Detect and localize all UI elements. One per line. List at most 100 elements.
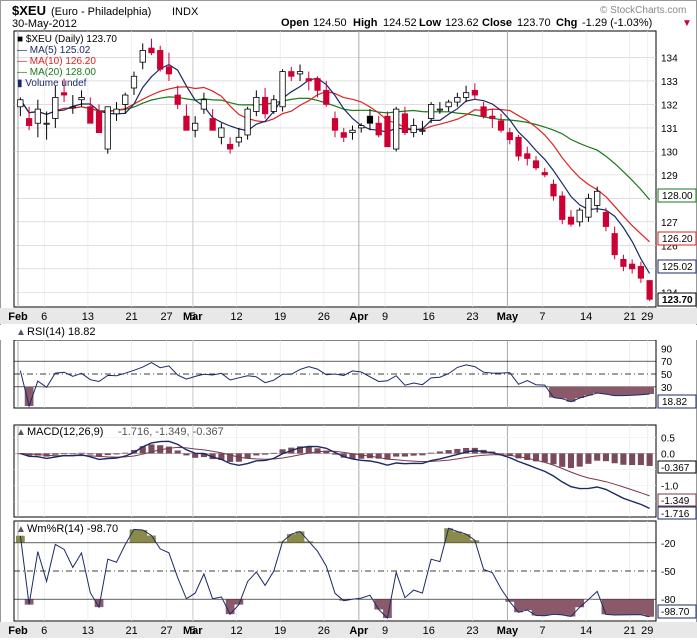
candle-body [366, 115, 374, 124]
candle-body [602, 212, 610, 227]
x-axis-label-top: May [497, 311, 519, 323]
x-axis-label-top: 9 [382, 311, 388, 323]
candle-body [550, 183, 557, 197]
candle-body [576, 209, 583, 223]
macd-histogram-bar [602, 453, 609, 462]
price-badge-value: 125.02 [662, 262, 693, 273]
macd-tick-label: 0.0 [661, 449, 675, 460]
high-label: High [353, 17, 378, 29]
macd-histogram-bar [559, 453, 566, 467]
macd-badge-value: -1.349 [661, 496, 690, 507]
symbol: $XEU [12, 3, 46, 18]
macd-histogram-bar [637, 453, 644, 466]
macd-histogram-bar [69, 453, 76, 455]
macd-histogram-bar [611, 453, 618, 464]
macd-histogram-bar [52, 453, 59, 455]
candle-body [69, 106, 76, 109]
macd-tick-label: 0.5 [661, 434, 675, 445]
x-axis-label-top: 26 [318, 311, 330, 323]
candle-body [524, 153, 531, 159]
x-axis-label-bottom: 9 [382, 625, 388, 637]
candle-body [95, 111, 103, 134]
rsi-label: RSI(14) 18.82 [27, 326, 95, 338]
candle-body [401, 113, 409, 134]
macd-histogram-bar [122, 452, 129, 454]
price-badge-value: 128.00 [662, 191, 693, 202]
candle-body [620, 258, 627, 267]
macd-histogram-bar [454, 448, 461, 454]
x-axis-label-bottom: 21 [624, 625, 636, 637]
candle-body [436, 108, 443, 111]
macd-panel [13, 424, 657, 518]
x-axis-label-top: 6 [41, 311, 47, 323]
wr-badge-value: -98.70 [661, 607, 690, 618]
exchange: INDX [172, 6, 199, 18]
candle-body [34, 108, 41, 124]
candle-body [323, 89, 330, 105]
rsi-tick-label: 90 [661, 344, 673, 355]
x-axis-label-bottom: 7 [539, 625, 545, 637]
close-label: Close [482, 17, 512, 29]
x-axis-label-bottom: 23 [466, 625, 478, 637]
price-tick-label: 129 [661, 171, 678, 182]
candle-body [104, 106, 111, 150]
macd-histogram-bar [445, 450, 452, 454]
candle-body [340, 132, 347, 138]
low-value: 123.62 [445, 17, 479, 29]
rsi-tick-label: 50 [661, 370, 673, 381]
x-axis-label-bottom: 26 [318, 625, 330, 637]
candle-body [489, 115, 496, 119]
candle-body [349, 129, 356, 134]
rsi-icon: ▲ [16, 327, 26, 338]
watermark: © StockCharts.com [600, 5, 686, 16]
candle-body [60, 92, 68, 96]
x-axis-label-top: 29 [641, 311, 653, 323]
high-value: 124.52 [383, 17, 417, 29]
candle-body [559, 195, 566, 220]
macd-histogram-bar [314, 448, 321, 454]
legend-entry: — MA(10) 126.20 [17, 56, 96, 67]
chart-date: 30-May-2012 [12, 18, 77, 30]
candle-body [192, 122, 199, 131]
candle-body [87, 106, 94, 124]
low-label: Low [419, 17, 441, 29]
chg-label: Chg [556, 17, 577, 29]
macd-histogram-bar [87, 453, 94, 455]
macd-histogram-bar [61, 453, 68, 455]
candle-body [218, 127, 225, 138]
macd-badge-value: -0.367 [661, 463, 690, 474]
wr-label: Wm%R(14) -98.70 [27, 523, 118, 535]
x-axis-label-bottom: 21 [125, 625, 137, 637]
macd-histogram-bar [436, 451, 443, 454]
x-axis-label-top: Apr [349, 311, 369, 323]
candle-body [253, 96, 260, 112]
macd-histogram-bar [646, 453, 653, 466]
macd-tick-label: -1.0 [661, 481, 679, 492]
macd-histogram-bar [192, 453, 199, 458]
candle-body [637, 266, 644, 279]
macd-histogram-bar [78, 452, 85, 454]
price-tick-label: 130 [661, 147, 678, 158]
x-axis-label-top: 21 [624, 311, 636, 323]
candle-body [43, 122, 50, 125]
macd-histogram-bar [174, 450, 181, 454]
candle-body [629, 263, 636, 270]
security-name: (Euro - Philadelphia) [51, 6, 151, 18]
candle-body [331, 118, 339, 131]
candle-body [428, 104, 435, 119]
candle-body [567, 216, 575, 225]
macd-histogram-bar [585, 453, 592, 464]
candle-body [305, 78, 312, 82]
candle-body [471, 89, 478, 96]
candle-body [296, 71, 304, 75]
x-axis-label-bottom: 19 [274, 625, 286, 637]
candle-body [288, 71, 295, 77]
candle-body [646, 280, 653, 300]
rsi-tick-label: 70 [661, 357, 673, 368]
legend-entry: ■ $XEU (Daily) 123.70 [17, 34, 117, 45]
x-axis-label-top: 19 [274, 311, 286, 323]
macd-histogram-bar [393, 453, 400, 457]
macd-histogram-bar [541, 453, 548, 463]
price-tick-label: 133 [661, 77, 678, 88]
price-badge-value: 123.70 [662, 295, 693, 306]
